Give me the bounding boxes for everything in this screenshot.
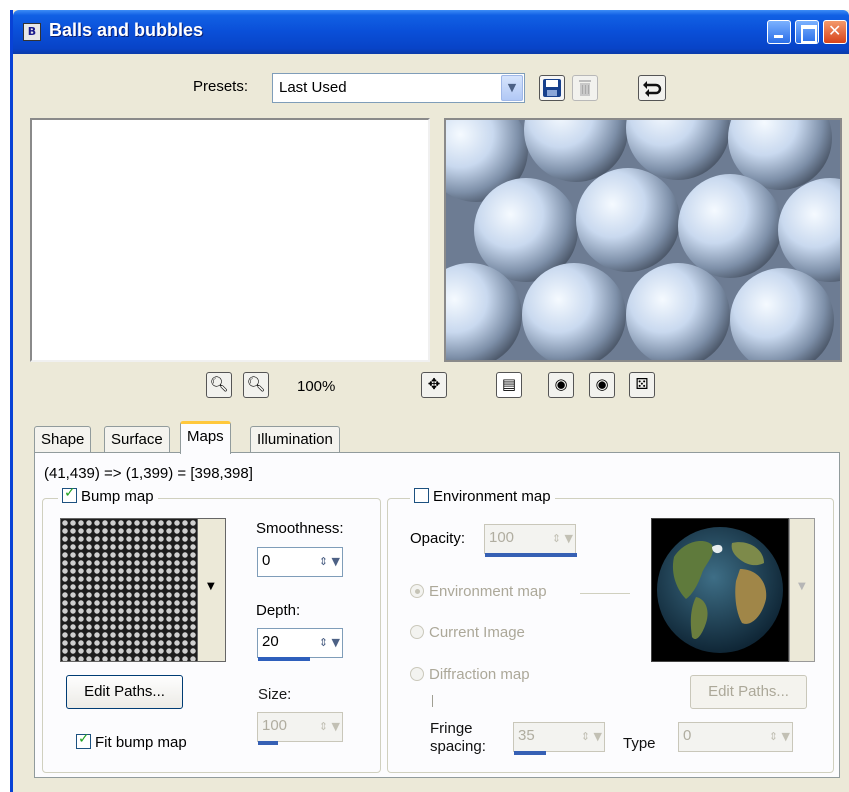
fringe-slider-bar (514, 751, 546, 755)
smoothness-value: 0 (262, 552, 271, 569)
spin-updown-icon: ⇕ ▼ (768, 730, 790, 743)
eye-icon: ◉ (595, 375, 609, 393)
spin-updown-icon[interactable]: ⇕ ▼ (308, 551, 340, 573)
radio-diffraction-map-button (410, 667, 424, 681)
zoom-out-button[interactable]: 🔍︎ (206, 372, 232, 398)
size-label: Size: (258, 686, 292, 703)
pan-button[interactable]: ✥ (421, 372, 447, 398)
fit-bump-map-toggle[interactable]: Fit bump map (76, 731, 187, 751)
size-spinner: 100 ⇕ ▼ (257, 712, 343, 745)
result-preview-pane[interactable] (444, 118, 842, 362)
fringe-label-line1: Fringe (430, 720, 473, 737)
floppy-disk-icon (543, 79, 561, 97)
radio-environment-map: Environment map (410, 583, 547, 600)
minimize-button[interactable] (767, 20, 791, 44)
delete-preset-button[interactable] (572, 75, 598, 101)
depth-spinner[interactable]: 20 ⇕ ▼ (257, 628, 343, 661)
smoothness-spinner[interactable]: 0 ⇕ ▼ (257, 547, 343, 577)
window-layout-icon: ▤ (501, 375, 517, 393)
depth-value: 20 (262, 633, 279, 650)
tab-maps[interactable]: Maps (180, 421, 231, 454)
tab-shape[interactable]: Shape (34, 426, 92, 453)
environment-edit-paths-button: Edit Paths... (690, 675, 807, 709)
environment-map-dropdown: ▼ (789, 518, 815, 662)
window-title: Balls and bubbles (49, 20, 204, 40)
fit-bump-map-checkbox[interactable] (76, 731, 91, 749)
globe-image (657, 527, 783, 653)
opacity-value: 100 (489, 529, 515, 546)
spin-updown-icon: ⇕ ▼ (318, 720, 340, 733)
smoothness-label: Smoothness: (256, 520, 344, 537)
reset-button[interactable] (638, 75, 666, 101)
fit-bump-map-label: Fit bump map (95, 734, 187, 751)
size-slider-bar (258, 741, 278, 745)
bump-map-label: Bump map (81, 488, 154, 505)
radio-current-image-label: Current Image (429, 624, 525, 641)
original-preview-pane[interactable] (30, 118, 430, 362)
triangle-down-icon: ▼ (207, 581, 215, 592)
zoom-level: 100% (297, 378, 336, 395)
eye-arrow-icon: ◉ (554, 375, 568, 393)
environment-map-label: Environment map (433, 488, 551, 505)
dice-icon: ⚄ (635, 375, 649, 393)
divider-line (580, 593, 630, 594)
triangle-down-icon: ▼ (798, 581, 806, 592)
spin-updown-icon: ⇕ ▼ (551, 532, 573, 545)
zoom-in-button[interactable]: 🔍︎ (243, 372, 269, 398)
presets-select[interactable]: Last Used ▼ (272, 73, 525, 103)
depth-slider-bar[interactable] (258, 657, 310, 661)
trash-icon (579, 80, 591, 96)
auto-proof-button[interactable]: ◉ (589, 372, 615, 398)
tab-surface[interactable]: Surface (104, 426, 170, 453)
title-bar[interactable]: B Balls and bubbles (13, 10, 849, 54)
radio-diffraction-map-label: Diffraction map (429, 666, 530, 683)
type-spinner: 0 ⇕ ▼ (678, 722, 793, 752)
bump-map-toggle[interactable]: Bump map (58, 485, 158, 505)
undo-arrows-icon (643, 81, 662, 97)
size-value: 100 (262, 717, 288, 734)
bump-map-thumbnail[interactable] (60, 518, 198, 662)
opacity-slider-bar (485, 553, 577, 557)
move-arrows-icon: ✥ (427, 375, 441, 393)
spin-updown-icon[interactable]: ⇕ ▼ (308, 632, 340, 654)
save-preset-button[interactable] (539, 75, 565, 101)
close-button[interactable] (823, 20, 847, 44)
app-icon: B (23, 23, 41, 41)
radio-environment-map-label: Environment map (429, 583, 547, 600)
zoom-out-icon: 🔍︎ (209, 375, 229, 393)
coordinates-readout: (41,439) => (1,399) = [398,398] (44, 465, 253, 482)
environment-map-thumbnail (651, 518, 789, 662)
spin-updown-icon: ⇕ ▼ (580, 730, 602, 743)
radio-environment-map-button (410, 584, 424, 598)
maximize-button[interactable] (795, 20, 819, 44)
zoom-in-icon: 🔍︎ (246, 375, 266, 393)
fringe-spacing-spinner: 35 ⇕ ▼ (513, 722, 605, 755)
toggle-preview-button[interactable]: ▤ (496, 372, 522, 398)
fringe-spacing-value: 35 (518, 727, 535, 744)
bump-map-checkbox[interactable] (62, 485, 77, 503)
presets-selected-value: Last Used (279, 79, 347, 96)
depth-label: Depth: (256, 602, 301, 619)
randomize-button[interactable]: ⚄ (629, 372, 655, 398)
opacity-label: Opacity: (410, 530, 466, 547)
type-value: 0 (683, 727, 692, 744)
environment-map-toggle[interactable]: Environment map (410, 488, 555, 505)
bubbles-preview-image (446, 120, 840, 360)
type-label: Type (623, 735, 656, 752)
fringe-spacing-label: Fringe spacing: (430, 720, 486, 756)
presets-label: Presets: (193, 78, 249, 95)
bump-edit-paths-button[interactable]: Edit Paths... (66, 675, 183, 709)
tab-illumination[interactable]: Illumination (250, 426, 340, 453)
diffraction-indent-mark (432, 695, 433, 707)
environment-map-checkbox[interactable] (414, 488, 429, 503)
proof-button[interactable]: ◉ (548, 372, 574, 398)
radio-diffraction-map: Diffraction map (410, 666, 530, 683)
radio-current-image: Current Image (410, 624, 525, 641)
opacity-spinner: 100 ⇕ ▼ (484, 524, 577, 557)
fringe-label-line2: spacing: (430, 738, 486, 755)
chevron-down-icon[interactable]: ▼ (501, 75, 523, 101)
bump-map-dropdown[interactable]: ▼ (198, 518, 226, 662)
radio-current-image-button (410, 625, 424, 639)
